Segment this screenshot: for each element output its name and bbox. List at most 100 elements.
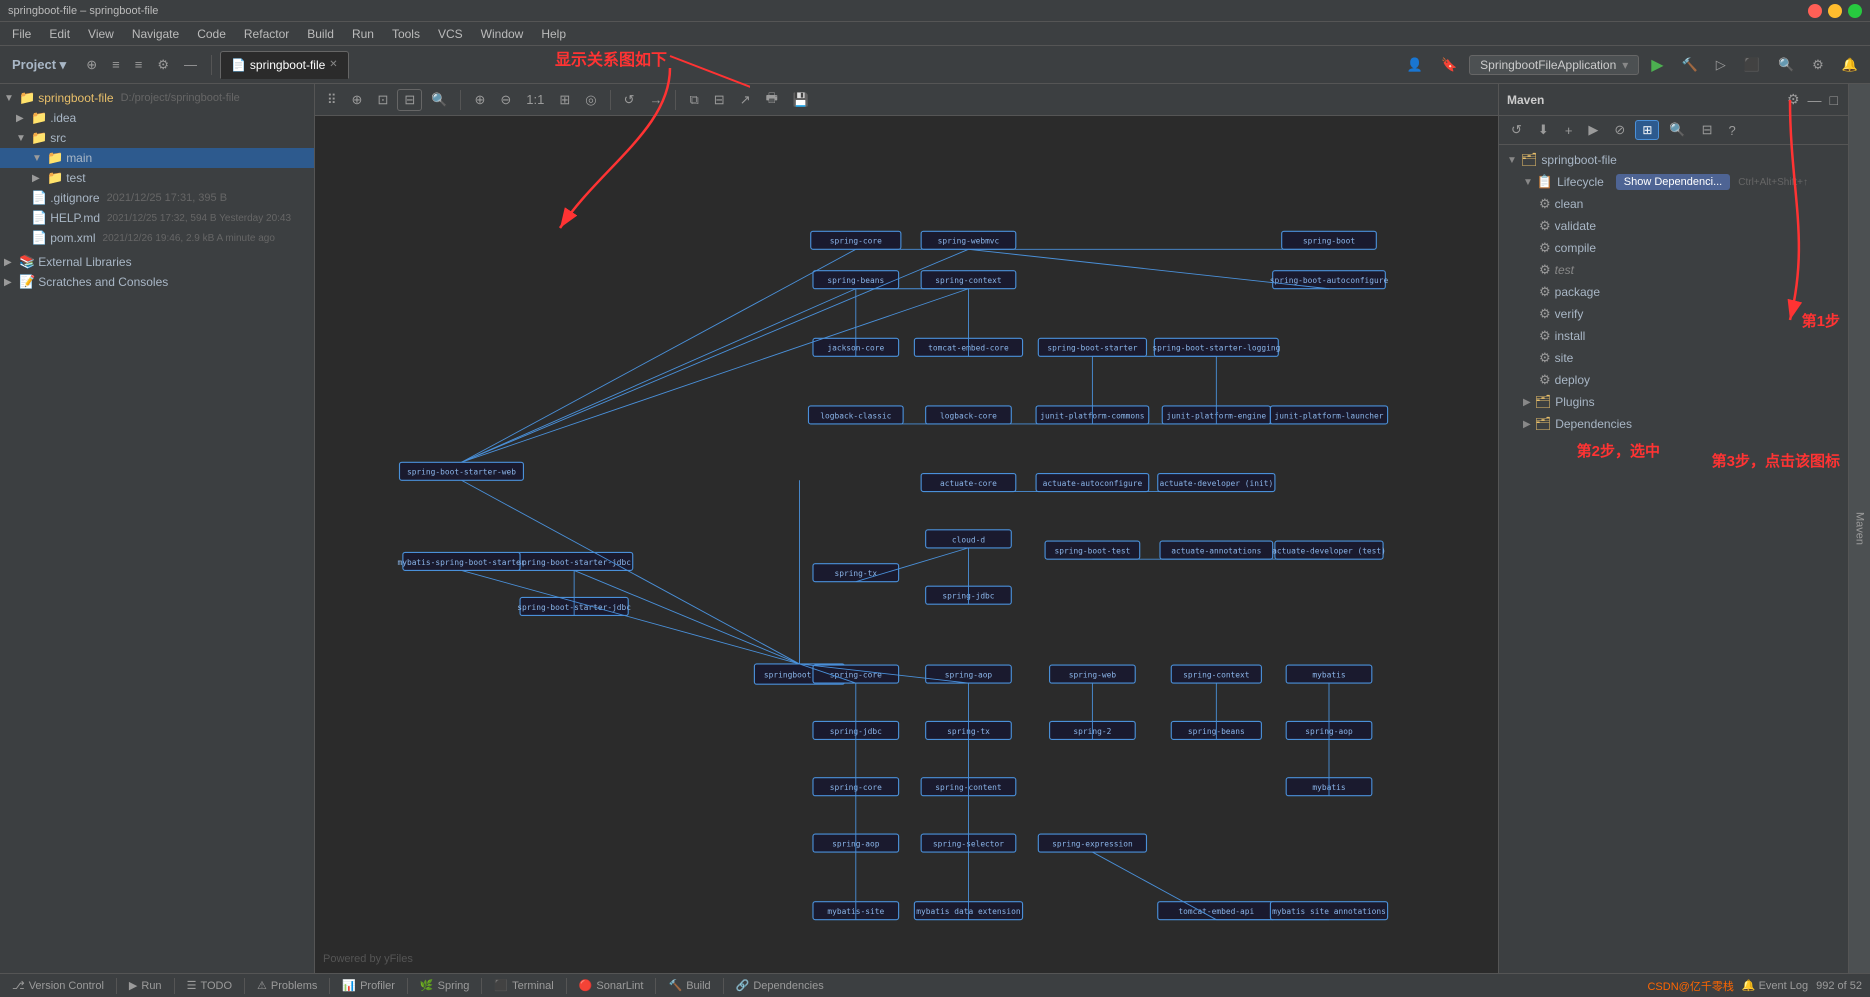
diagram-actual-size-btn[interactable]: 1:1 bbox=[520, 90, 550, 109]
menu-navigate[interactable]: Navigate bbox=[124, 25, 187, 43]
maven-side-strip[interactable]: Maven bbox=[1848, 84, 1870, 973]
close-panel-btn[interactable]: — bbox=[178, 55, 203, 74]
plugins-arrow: ▶ bbox=[1523, 397, 1531, 408]
maven-test[interactable]: ⚙ test bbox=[1499, 259, 1848, 281]
diagram-fit-all-btn[interactable]: ⊞ bbox=[553, 90, 576, 110]
maven-site[interactable]: ⚙ site bbox=[1499, 347, 1848, 369]
diagram-forward-btn[interactable]: → bbox=[643, 90, 668, 109]
tree-gitignore[interactable]: ▶ 📄 .gitignore 2021/12/25 17:31, 395 B bbox=[0, 188, 314, 208]
status-run[interactable]: ▶ Run bbox=[125, 979, 166, 992]
status-build[interactable]: 🔨 Build bbox=[664, 979, 714, 992]
search-everywhere-btn[interactable]: 🔍 bbox=[1772, 55, 1800, 75]
diagram-layout-btn[interactable]: ⊟ bbox=[708, 90, 731, 110]
close-button[interactable] bbox=[1808, 4, 1822, 18]
tree-main[interactable]: ▼ 📁 main bbox=[0, 148, 314, 168]
diagram-zoom-out-btn[interactable]: ⊖ bbox=[494, 90, 517, 110]
diagram-refresh-btn[interactable]: ↺ bbox=[618, 90, 641, 110]
status-problems[interactable]: ⚠ Problems bbox=[253, 979, 321, 992]
menu-view[interactable]: View bbox=[80, 25, 122, 43]
maven-clean[interactable]: ⚙ clean bbox=[1499, 193, 1848, 215]
build-btn[interactable]: 🔨 bbox=[1676, 55, 1704, 75]
expand-all-btn[interactable]: ≡ bbox=[106, 55, 126, 74]
event-log-label[interactable]: 🔔 Event Log bbox=[1742, 979, 1808, 992]
tab-close-btn[interactable]: ✕ bbox=[329, 59, 337, 70]
minimize-button[interactable] bbox=[1828, 4, 1842, 18]
status-version-control[interactable]: ⎇ Version Control bbox=[8, 979, 108, 992]
maven-layout-btn[interactable]: ⊟ bbox=[1696, 120, 1719, 140]
diagram-zoom-fit-btn[interactable]: ⊟ bbox=[397, 89, 422, 111]
maven-package[interactable]: ⚙ package bbox=[1499, 281, 1848, 303]
tree-ext-lib[interactable]: ▶ 📚 External Libraries bbox=[0, 252, 314, 272]
maven-skip-btn[interactable]: ⊘ bbox=[1608, 120, 1631, 140]
maven-expand-btn[interactable]: □ bbox=[1828, 89, 1840, 110]
site-label: site bbox=[1555, 351, 1574, 365]
diagram-zoom-in-btn[interactable]: ⊕ bbox=[468, 90, 491, 110]
tree-root[interactable]: ▼ 📁 springboot-file D:/project/springboo… bbox=[0, 88, 314, 108]
maven-validate[interactable]: ⚙ validate bbox=[1499, 215, 1848, 237]
settings2-btn[interactable]: ⚙ bbox=[1806, 55, 1830, 75]
diagram-save-btn[interactable]: 💾 bbox=[787, 90, 815, 110]
maven-lifecycle[interactable]: ▼ 📋 Lifecycle Show Dependenci... Ctrl+Al… bbox=[1499, 171, 1848, 193]
bookmark-btn[interactable]: 🔖 bbox=[1435, 55, 1463, 75]
run-config-selector[interactable]: SpringbootFileApplication ▾ bbox=[1469, 55, 1639, 75]
run-btn[interactable]: ▶ bbox=[1645, 53, 1669, 77]
maven-settings-btn[interactable]: ⚙ bbox=[1785, 89, 1802, 110]
maven-refresh-btn[interactable]: ↺ bbox=[1505, 120, 1528, 140]
show-dependencies-btn[interactable]: Show Dependenci... bbox=[1616, 174, 1730, 190]
maven-root[interactable]: ▼ 🗂 springboot-file bbox=[1499, 149, 1848, 171]
maven-verify[interactable]: ⚙ verify bbox=[1499, 303, 1848, 325]
diagram-fit-btn[interactable]: ⊡ bbox=[371, 90, 394, 110]
maven-run-btn[interactable]: ▶ bbox=[1582, 120, 1604, 140]
debug-run-btn[interactable]: ▷ bbox=[1710, 55, 1732, 75]
settings-btn[interactable]: ⚙ bbox=[151, 55, 175, 75]
maximize-button[interactable] bbox=[1848, 4, 1862, 18]
diagram-export-btn[interactable]: ↗ bbox=[734, 90, 757, 110]
diagram-print-btn[interactable]: 🖶 bbox=[760, 87, 784, 113]
menu-vcs[interactable]: VCS bbox=[430, 25, 471, 43]
notifications-btn[interactable]: 🔔 bbox=[1836, 55, 1864, 75]
tab-springboot-file[interactable]: 📄 springboot-file ✕ bbox=[220, 51, 349, 79]
diagram-center-btn[interactable]: ◎ bbox=[579, 90, 602, 110]
diagram-target-btn[interactable]: ⊕ bbox=[346, 90, 369, 110]
terminal-icon: ⬛ bbox=[494, 979, 508, 992]
menu-run[interactable]: Run bbox=[344, 25, 382, 43]
maven-deploy[interactable]: ⚙ deploy bbox=[1499, 369, 1848, 391]
collapse-all-btn[interactable]: ≡ bbox=[129, 55, 149, 74]
tree-pomxml[interactable]: ▶ 📄 pom.xml 2021/12/26 19:46, 2.9 kB A m… bbox=[0, 228, 314, 248]
menu-window[interactable]: Window bbox=[473, 25, 532, 43]
status-dependencies[interactable]: 🔗 Dependencies bbox=[732, 979, 828, 992]
maven-download-btn[interactable]: ⬇ bbox=[1532, 120, 1555, 140]
tree-scratches[interactable]: ▶ 📝 Scratches and Consoles bbox=[0, 272, 314, 292]
maven-plugins[interactable]: ▶ 🗂 Plugins bbox=[1499, 391, 1848, 413]
stop-btn[interactable]: ⬛ bbox=[1738, 55, 1766, 75]
status-sonarlint[interactable]: 🔴 SonarLint bbox=[575, 979, 648, 992]
status-terminal[interactable]: ⬛ Terminal bbox=[490, 979, 557, 992]
diagram-copy-btn[interactable]: ⧉ bbox=[683, 90, 704, 110]
menu-code[interactable]: Code bbox=[189, 25, 234, 43]
maven-help-btn[interactable]: ? bbox=[1722, 121, 1741, 140]
tree-test[interactable]: ▶ 📁 test bbox=[0, 168, 314, 188]
diagram-strip-btn[interactable]: ⠿ bbox=[321, 90, 343, 110]
maven-add-btn[interactable]: + bbox=[1559, 121, 1579, 140]
maven-install[interactable]: ⚙ install bbox=[1499, 325, 1848, 347]
menu-build[interactable]: Build bbox=[299, 25, 342, 43]
menu-edit[interactable]: Edit bbox=[41, 25, 78, 43]
tree-helpmd[interactable]: ▶ 📄 HELP.md 2021/12/25 17:32, 594 B Yest… bbox=[0, 208, 314, 228]
diagram-zoom-btn[interactable]: 🔍 bbox=[425, 90, 453, 110]
status-todo[interactable]: ☰ TODO bbox=[183, 979, 236, 992]
menu-refactor[interactable]: Refactor bbox=[236, 25, 297, 43]
maven-show-dep-btn[interactable]: ⊞ bbox=[1635, 120, 1659, 140]
menu-tools[interactable]: Tools bbox=[384, 25, 428, 43]
maven-dependencies[interactable]: ▶ 🗂 Dependencies bbox=[1499, 413, 1848, 435]
maven-minimize-btn[interactable]: — bbox=[1806, 89, 1824, 110]
maven-compile[interactable]: ⚙ compile bbox=[1499, 237, 1848, 259]
maven-search-btn[interactable]: 🔍 bbox=[1663, 120, 1691, 140]
tree-idea[interactable]: ▶ 📁 .idea bbox=[0, 108, 314, 128]
menu-help[interactable]: Help bbox=[533, 25, 574, 43]
locate-btn[interactable]: ⊕ bbox=[80, 55, 103, 75]
status-spring[interactable]: 🌿 Spring bbox=[416, 979, 474, 992]
status-profiler[interactable]: 📊 Profiler bbox=[338, 979, 399, 992]
tree-src[interactable]: ▼ 📁 src bbox=[0, 128, 314, 148]
account-btn[interactable]: 👤 bbox=[1401, 55, 1429, 75]
menu-file[interactable]: File bbox=[4, 25, 39, 43]
